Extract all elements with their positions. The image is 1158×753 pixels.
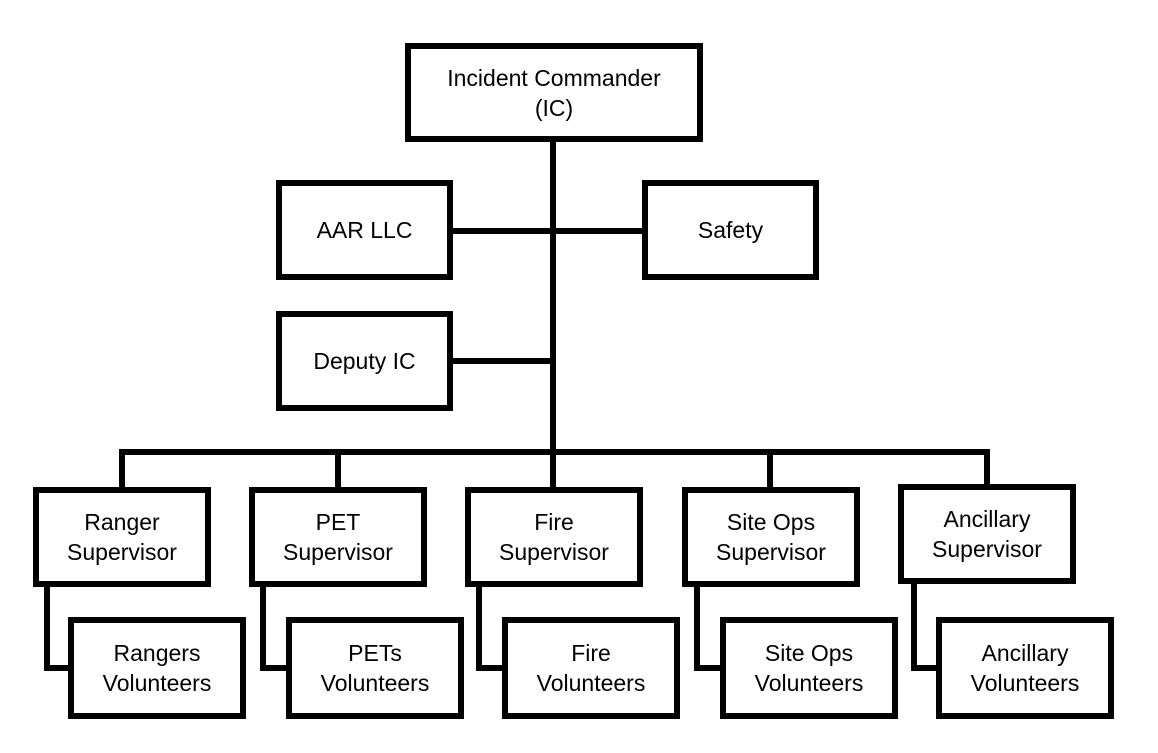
- node-label: Deputy IC: [313, 348, 416, 374]
- node-label-line-2: Volunteers: [320, 670, 430, 696]
- node-ancillary-volunteers: Ancillary Volunteers: [936, 617, 1114, 719]
- node-ranger-supervisor: Ranger Supervisor: [33, 487, 211, 587]
- node-incident-commander: Incident Commander (IC): [405, 43, 703, 142]
- node-label-line-1: PET: [315, 509, 361, 535]
- node-label-line-1: Site Ops: [764, 640, 854, 666]
- node-aar-llc: AAR LLC: [276, 180, 453, 280]
- node-ancillary-supervisor: Ancillary Supervisor: [898, 484, 1076, 584]
- node-label-line-2: Volunteers: [754, 670, 864, 696]
- node-label-line-2: Supervisor: [499, 539, 609, 565]
- node-label-line-1: Rangers: [113, 640, 201, 666]
- node-pets-volunteers: PETs Volunteers: [286, 617, 464, 719]
- node-label-line-2: Volunteers: [536, 670, 646, 696]
- node-label-line-2: Supervisor: [716, 539, 826, 565]
- node-label-line-1: Fire: [534, 509, 574, 535]
- node-label-line-1: Ranger: [84, 509, 160, 535]
- node-label-line-1: PETs: [348, 640, 402, 666]
- node-fire-supervisor: Fire Supervisor: [465, 487, 643, 587]
- node-label-line-2: Supervisor: [283, 539, 393, 565]
- node-label-line-1: Fire: [571, 640, 611, 666]
- node-label: AAR LLC: [316, 217, 413, 243]
- node-rangers-volunteers: Rangers Volunteers: [68, 617, 246, 719]
- node-fire-volunteers: Fire Volunteers: [502, 617, 680, 719]
- node-site-ops-volunteers: Site Ops Volunteers: [720, 617, 898, 719]
- node-label-line-2: Supervisor: [67, 539, 177, 565]
- node-label-line-1: Site Ops: [726, 509, 816, 535]
- node-safety: Safety: [642, 180, 819, 280]
- node-site-ops-supervisor: Site Ops Supervisor: [682, 487, 860, 587]
- node-deputy-ic: Deputy IC: [276, 311, 453, 411]
- node-label-line-2: (IC): [534, 94, 574, 121]
- node-label: Safety: [697, 217, 764, 243]
- node-label-line-2: Volunteers: [970, 670, 1080, 696]
- node-label-line-2: Supervisor: [932, 536, 1042, 562]
- node-pet-supervisor: PET Supervisor: [249, 487, 427, 587]
- node-label-line-1: Ancillary: [981, 640, 1069, 666]
- node-label-line-1: Ancillary: [943, 506, 1031, 532]
- node-label-line-2: Volunteers: [102, 670, 212, 696]
- node-label-line-1: Incident Commander: [447, 64, 661, 91]
